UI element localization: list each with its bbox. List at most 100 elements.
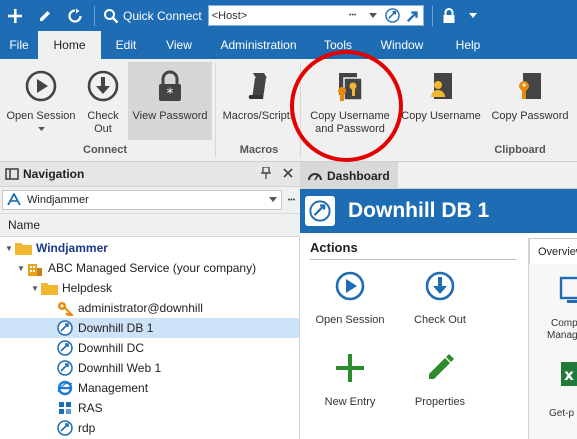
lock-button[interactable] <box>437 0 461 31</box>
action-new-entry-label: New Entry <box>324 396 376 408</box>
tree-item-management[interactable]: Management <box>0 378 299 398</box>
menu-administration[interactable]: Administration <box>207 31 310 59</box>
overview-tab-label: Overview <box>538 245 577 258</box>
svg-text:*: * <box>167 86 174 102</box>
tree-item-downhill-db-1[interactable]: Downhill DB 1 <box>0 318 299 338</box>
menu-window[interactable]: Window <box>366 31 438 59</box>
tree-item-label: ABC Managed Service (your company) <box>48 261 257 275</box>
chevron-down-icon <box>368 12 377 18</box>
chevron-down-icon <box>269 197 277 202</box>
pencil-icon <box>422 350 458 386</box>
host-input[interactable]: <Host> ••• <box>207 5 424 26</box>
tree-item-label: Downhill Web 1 <box>78 361 162 375</box>
datasource-selector[interactable]: Windjammer <box>2 190 282 210</box>
check-out-label-line1: Check <box>87 110 119 122</box>
edit-button[interactable] <box>30 0 60 31</box>
ribbon-group-connect: Connect <box>83 144 127 156</box>
action-check-out-button[interactable]: Check Out <box>395 268 485 326</box>
rdp-icon <box>56 320 74 336</box>
menu-bar: File Home Edit View Administration Tools… <box>0 31 577 59</box>
menu-file[interactable]: File <box>0 31 38 59</box>
tree-item-administrator-downhill[interactable]: administrator@downhill <box>0 298 299 318</box>
script-icon <box>239 66 279 106</box>
menu-help[interactable]: Help <box>438 31 498 59</box>
search-icon <box>104 8 119 23</box>
expand-caret-icon[interactable]: ▼ <box>30 284 40 293</box>
host-type-dropdown[interactable] <box>363 6 383 25</box>
tree-item-label: Downhill DB 1 <box>78 321 154 335</box>
dashboard-tab-label: Dashboard <box>327 168 390 183</box>
chevron-down-icon <box>468 12 477 18</box>
rdp-type-button[interactable] <box>383 6 403 25</box>
play-icon <box>21 66 61 106</box>
navigation-icon <box>5 168 19 180</box>
copy-username-button[interactable]: Copy Username <box>398 62 484 146</box>
folder-icon <box>14 240 32 256</box>
tree-column-header[interactable]: Name <box>0 213 300 237</box>
copy-password-button[interactable]: Copy Password <box>486 62 574 146</box>
menu-view[interactable]: View <box>151 31 207 59</box>
tree-item-label: administrator@downhill <box>78 301 203 315</box>
overview-item-computer-management-line1[interactable]: Comp <box>551 318 577 330</box>
action-open-session-button[interactable]: Open Session <box>305 268 395 326</box>
view-password-label: View Password <box>132 110 208 122</box>
refresh-button[interactable] <box>60 0 90 31</box>
expand-caret-icon[interactable]: ▼ <box>16 264 26 273</box>
pin-icon <box>261 165 271 179</box>
rdp-icon <box>56 420 74 436</box>
plus-icon <box>8 8 22 23</box>
host-more-button[interactable]: ••• <box>343 6 363 25</box>
expand-caret-icon[interactable]: ▼ <box>4 244 14 253</box>
tree-item-label: Helpdesk <box>62 281 113 295</box>
dashboard-icon <box>308 172 322 180</box>
overview-item-get-p[interactable]: Get-p <box>549 408 574 420</box>
copy-username-icon <box>421 66 461 106</box>
check-out-button[interactable]: Check Out <box>80 62 126 146</box>
svg-text:x: x <box>564 366 574 384</box>
tree-item-rdp[interactable]: rdp <box>0 418 299 438</box>
action-new-entry-button[interactable]: New Entry <box>305 350 395 408</box>
open-session-label: Open Session <box>6 110 76 122</box>
tree-item-downhill-web-1[interactable]: Downhill Web 1 <box>0 358 299 378</box>
navigation-tree: ▼ Windjammer ▼ ABC Managed Service (your… <box>0 237 300 439</box>
connect-button[interactable] <box>403 6 423 25</box>
pin-button[interactable] <box>256 165 276 182</box>
rdp-icon <box>56 360 74 376</box>
tree-item-ras[interactable]: RAS <box>0 398 299 418</box>
tab-overview[interactable]: Overview <box>529 238 577 264</box>
tree-item-label: RAS <box>78 401 103 415</box>
ras-icon <box>56 400 74 416</box>
add-button[interactable] <box>0 0 30 31</box>
tree-item-downhill-dc[interactable]: Downhill DC <box>0 338 299 358</box>
tree-item-helpdesk[interactable]: ▼ Helpdesk <box>0 278 299 298</box>
ribbon: Open Session Check Out * View Password C… <box>0 59 577 162</box>
rdp-icon <box>385 8 400 23</box>
menu-home[interactable]: Home <box>38 31 101 59</box>
tree-item-abc-managed-service[interactable]: ▼ ABC Managed Service (your company) <box>0 258 299 278</box>
overview-panel: Overview Comp Manag x Get-p <box>528 238 577 439</box>
tab-dashboard[interactable]: Dashboard <box>300 162 398 189</box>
arrow-connect-icon <box>406 10 418 22</box>
macros-scripts-label: Macros/Scripts <box>222 110 296 122</box>
quick-connect-search-button[interactable] <box>99 0 123 31</box>
tab-strip-empty <box>398 162 577 189</box>
customize-toolbar-dropdown[interactable] <box>461 0 485 31</box>
datasource-more-button[interactable]: ••• <box>284 190 299 210</box>
view-password-button[interactable]: * View Password <box>128 62 212 140</box>
monitor-icon <box>559 276 577 303</box>
check-out-icon <box>83 66 123 106</box>
menu-edit[interactable]: Edit <box>101 31 151 59</box>
close-navigation-button[interactable] <box>276 167 300 181</box>
rdp-icon <box>56 340 74 356</box>
open-session-button[interactable]: Open Session <box>2 62 80 146</box>
copy-username-label: Copy Username <box>401 110 481 122</box>
tree-item-label: Windjammer <box>36 241 108 255</box>
check-out-label-line2: Out <box>94 123 112 135</box>
macros-scripts-button[interactable]: Macros/Scripts <box>220 62 298 146</box>
action-properties-button[interactable]: Properties <box>395 350 485 408</box>
tree-item-windjammer[interactable]: ▼ Windjammer <box>0 238 299 258</box>
dashboard-body: Actions Open Session Check Out New Entry… <box>300 233 577 439</box>
entry-header: Downhill DB 1 <box>300 189 577 233</box>
ribbon-group-divider <box>215 63 216 157</box>
ribbon-group-macros: Macros <box>239 144 279 156</box>
